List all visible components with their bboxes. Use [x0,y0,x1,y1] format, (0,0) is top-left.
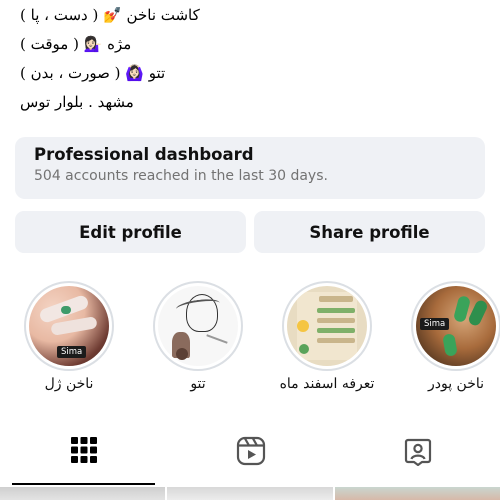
posts-grid-preview [0,487,500,500]
bio-line-location: مشهد . بلوار توس [20,93,134,111]
tab-reels[interactable] [167,420,334,485]
grid-icon [70,437,97,463]
professional-dashboard-card[interactable]: Professional dashboard 504 accounts reac… [15,137,485,199]
highlight-tattoo[interactable]: تتو [148,281,248,392]
post-thumbnail[interactable] [0,487,166,500]
tagged-icon [404,438,431,466]
highlight-label: ناخن پودر [427,376,485,392]
highlight-price-list[interactable]: تعرفه اسفند ماه [277,281,377,392]
highlight-label: ناخن ژل [44,376,94,392]
share-profile-button[interactable]: Share profile [254,211,485,253]
dashboard-title: Professional dashboard [34,145,254,164]
edit-profile-button[interactable]: Edit profile [15,211,246,253]
tab-tagged[interactable] [334,420,500,485]
post-thumbnail[interactable] [334,487,500,500]
profile-tabs [0,420,500,485]
highlight-label: تتو [190,376,206,392]
highlight-badge: Sima [57,346,87,358]
highlight-thumbnail: Sima [29,286,109,366]
highlight-label: تعرفه اسفند ماه [279,376,375,392]
highlight-thumbnail: Sima [416,286,496,366]
highlight-thumbnail [158,286,238,366]
highlight-powder-nails[interactable]: Sima ناخن پودر [406,281,500,392]
profile-bio: کاشت ناخن 💅 ( دست ، پا ) مژه 💁🏻‍♀️ ( موق… [20,0,320,117]
highlight-ring [153,281,243,371]
post-thumbnail[interactable] [167,487,333,500]
highlight-ring: Sima [24,281,114,371]
reels-icon [236,436,265,466]
tab-posts[interactable] [0,420,167,485]
highlight-thumbnail [287,286,367,366]
bio-line-services-lashes: مژه 💁🏻‍♀️ ( موقت ) [20,35,132,53]
dashboard-subtitle: 504 accounts reached in the last 30 days… [34,168,328,184]
highlight-badge: Sima [420,318,450,330]
highlight-ring: Sima [411,281,500,371]
bio-line-services-tattoo: تتو 🙆🏻‍♀️ ( صورت ، بدن ) [20,64,166,82]
bio-line-services-nails: کاشت ناخن 💅 ( دست ، پا ) [20,6,200,24]
highlight-ring [282,281,372,371]
highlight-gel-nails[interactable]: Sima ناخن ژل [19,281,119,392]
